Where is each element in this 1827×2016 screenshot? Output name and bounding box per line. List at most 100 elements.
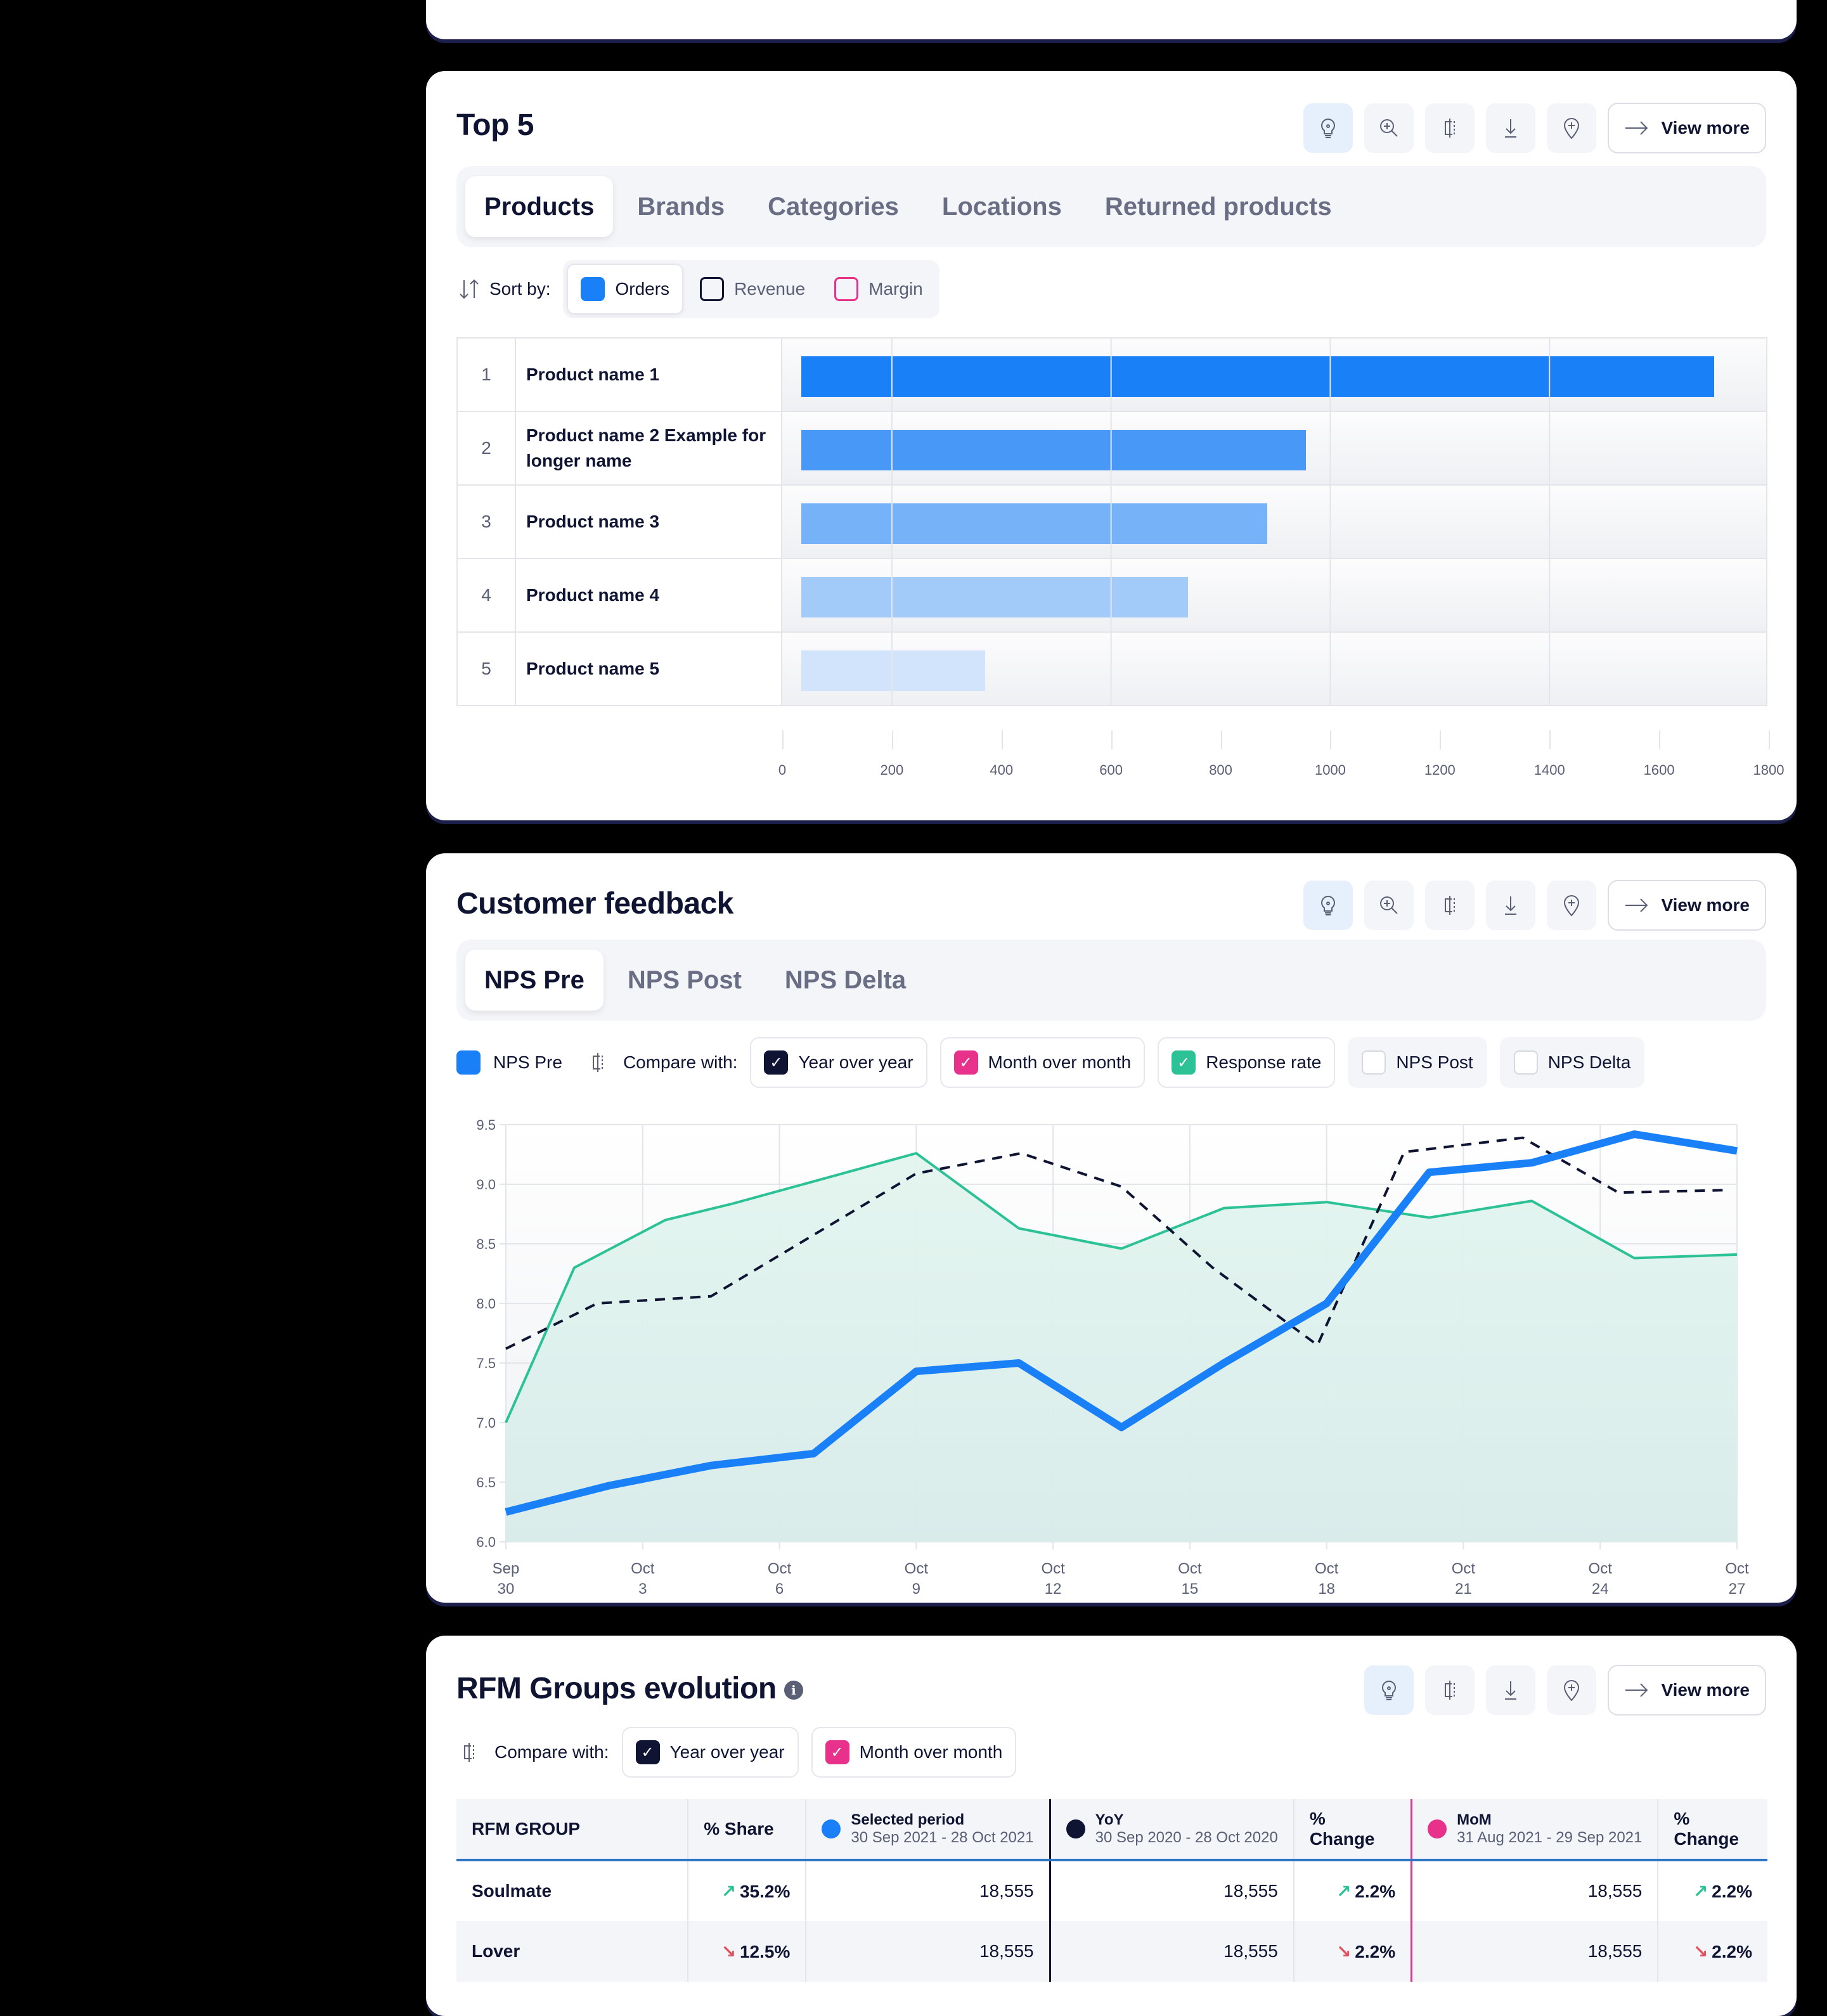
x-tick-label: 1400 (1533, 762, 1565, 778)
pin-button[interactable] (1547, 1665, 1597, 1715)
x-tick-label-month: Oct (1315, 1560, 1339, 1577)
table-row[interactable]: 2 Product name 2 Example for longer name (456, 412, 1767, 486)
table-row[interactable]: 1 Product name 1 (456, 339, 1767, 412)
bar-cell (782, 339, 1767, 411)
rfm-table: RFM GROUP % Share Selected period 30 Sep … (456, 1799, 1767, 1982)
yoy-cell-value: 18,555 (1223, 1941, 1278, 1961)
x-tick-label: 600 (1099, 762, 1123, 778)
col-rfm-group[interactable]: RFM GROUP (456, 1799, 689, 1861)
arrow-right-icon (1625, 1683, 1648, 1697)
rfm-group-cell: Soulmate (456, 1860, 689, 1921)
selected-dot (822, 1819, 841, 1838)
revenue-checkbox (700, 277, 725, 301)
rank-number: 3 (456, 486, 516, 558)
download-icon (1505, 119, 1517, 138)
lightbulb-icon (1382, 1680, 1397, 1700)
rfm-toolbar: View more (1364, 1665, 1766, 1716)
view-more-button[interactable]: View more (1608, 1665, 1766, 1716)
selected-cell-value: 18,555 (979, 1881, 1034, 1901)
rfm-compare-label: Compare with: (494, 1742, 609, 1762)
rank-number: 5 (456, 633, 516, 705)
table-row[interactable]: 4 Product name 4 (456, 559, 1767, 633)
zoom-in-icon (1380, 119, 1398, 137)
table-row[interactable]: 5 Product name 5 (456, 633, 1767, 706)
rfm-header-row: RFM GROUP % Share Selected period 30 Sep … (456, 1799, 1767, 1861)
compare-button[interactable] (1425, 103, 1475, 153)
trend-up-icon: ↗ (721, 1881, 736, 1901)
x-tick-label: 1200 (1424, 762, 1456, 778)
rfm-compare-yoy[interactable]: ✓ Year over year (621, 1727, 799, 1778)
view-more-button[interactable]: View more (1608, 103, 1766, 153)
x-tick (1440, 730, 1442, 749)
x-tick-label-month: Oct (905, 1560, 929, 1577)
bar-x-axis: 0 200 400 600 800 1000 1200 1400 1600 1800 (778, 730, 1784, 781)
tab-locations[interactable]: Locations (923, 176, 1081, 237)
insights-button[interactable] (1364, 1665, 1414, 1715)
sort-orders[interactable]: Orders (567, 264, 684, 314)
zoom-button[interactable] (1364, 103, 1414, 153)
sort-revenue[interactable]: Revenue (687, 264, 818, 314)
rfm-title-wrap: RFM Groups evolution i (456, 1671, 803, 1706)
x-tick-label: 1000 (1314, 762, 1346, 778)
x-tick (891, 730, 893, 749)
sort-label: Sort by: (489, 279, 551, 299)
rfm-compare-mom[interactable]: ✓ Month over month (811, 1727, 1017, 1778)
x-tick-label-month: Oct (1041, 1560, 1065, 1577)
view-more-label: View more (1661, 118, 1750, 138)
top5-title: Top 5 (456, 108, 534, 142)
tab-returned-products[interactable]: Returned products (1086, 176, 1351, 237)
selected-range: 30 Sep 2021 - 28 Oct 2021 (851, 1829, 1034, 1846)
arrow-right-icon (1625, 121, 1648, 135)
download-button[interactable] (1486, 103, 1536, 153)
tab-brands[interactable]: Brands (618, 176, 744, 237)
col-selected-period[interactable]: Selected period 30 Sep 2021 - 28 Oct 2021 (806, 1799, 1051, 1861)
y-tick-label: 8.5 (476, 1236, 496, 1252)
insights-button[interactable] (1303, 103, 1353, 153)
col-yoy-change[interactable]: % Change (1293, 1799, 1412, 1861)
col-mom[interactable]: MoM 31 Aug 2021 - 29 Sep 2021 (1411, 1799, 1659, 1861)
map-pin-add-icon (1564, 118, 1580, 139)
yoy-title: YoY (1095, 1811, 1124, 1828)
mom-cell: 18,555 (1411, 1860, 1659, 1921)
bar[interactable] (801, 503, 1268, 544)
table-row[interactable]: Soulmate ↗ 35.2% 18,555 18,555 ↗ 2.2% 18,555 ↗ 2.… (456, 1860, 1767, 1921)
view-more-label: View more (1661, 1680, 1750, 1700)
orders-checkbox (581, 277, 605, 301)
trend-down-icon: ↘ (721, 1941, 736, 1961)
sort-orders-label: Orders (615, 279, 670, 299)
product-name: Product name 2 Example for longer name (516, 412, 782, 484)
y-tick-label: 7.0 (476, 1415, 496, 1431)
bar[interactable] (801, 650, 985, 691)
x-tick (1549, 730, 1551, 749)
bar[interactable] (801, 430, 1306, 470)
x-tick-label-day: 18 (1318, 1580, 1335, 1598)
x-tick (782, 730, 784, 749)
col-yoy[interactable]: YoY 30 Sep 2020 - 28 Oct 2020 (1049, 1799, 1294, 1861)
col-share[interactable]: % Share (688, 1799, 807, 1861)
x-tick-label-day: 21 (1455, 1580, 1472, 1598)
compare-button[interactable] (1425, 1665, 1475, 1715)
pin-button[interactable] (1547, 103, 1597, 153)
x-tick-label-month: Oct (1725, 1560, 1749, 1577)
yoy-range: 30 Sep 2020 - 28 Oct 2020 (1095, 1829, 1278, 1846)
bar[interactable] (801, 356, 1714, 397)
mom-dot (1428, 1819, 1447, 1838)
rfm-title: RFM Groups evolution (456, 1672, 777, 1705)
x-tick-label-month: Oct (631, 1560, 655, 1577)
bar[interactable] (801, 577, 1188, 617)
col-mom-change[interactable]: % Change (1658, 1799, 1767, 1861)
info-icon[interactable]: i (784, 1681, 803, 1700)
mom-cell-value: 18,555 (1587, 1881, 1643, 1901)
sort-margin[interactable]: Margin (822, 264, 936, 314)
table-row[interactable]: Lover ↘ 12.5% 18,555 18,555 ↘ 2.2% 18,555 ↘ 2.2% (456, 1921, 1767, 1982)
bar-cell (782, 559, 1767, 631)
product-name: Product name 1 (516, 339, 782, 411)
download-button[interactable] (1486, 1665, 1536, 1715)
tab-products[interactable]: Products (465, 176, 614, 237)
x-tick (1220, 730, 1222, 749)
y-tick-label: 9.5 (476, 1117, 496, 1133)
map-pin-add-icon (1564, 1680, 1580, 1702)
x-tick-label-month: Oct (1589, 1560, 1613, 1577)
tab-categories[interactable]: Categories (749, 176, 918, 237)
table-row[interactable]: 3 Product name 3 (456, 486, 1767, 559)
